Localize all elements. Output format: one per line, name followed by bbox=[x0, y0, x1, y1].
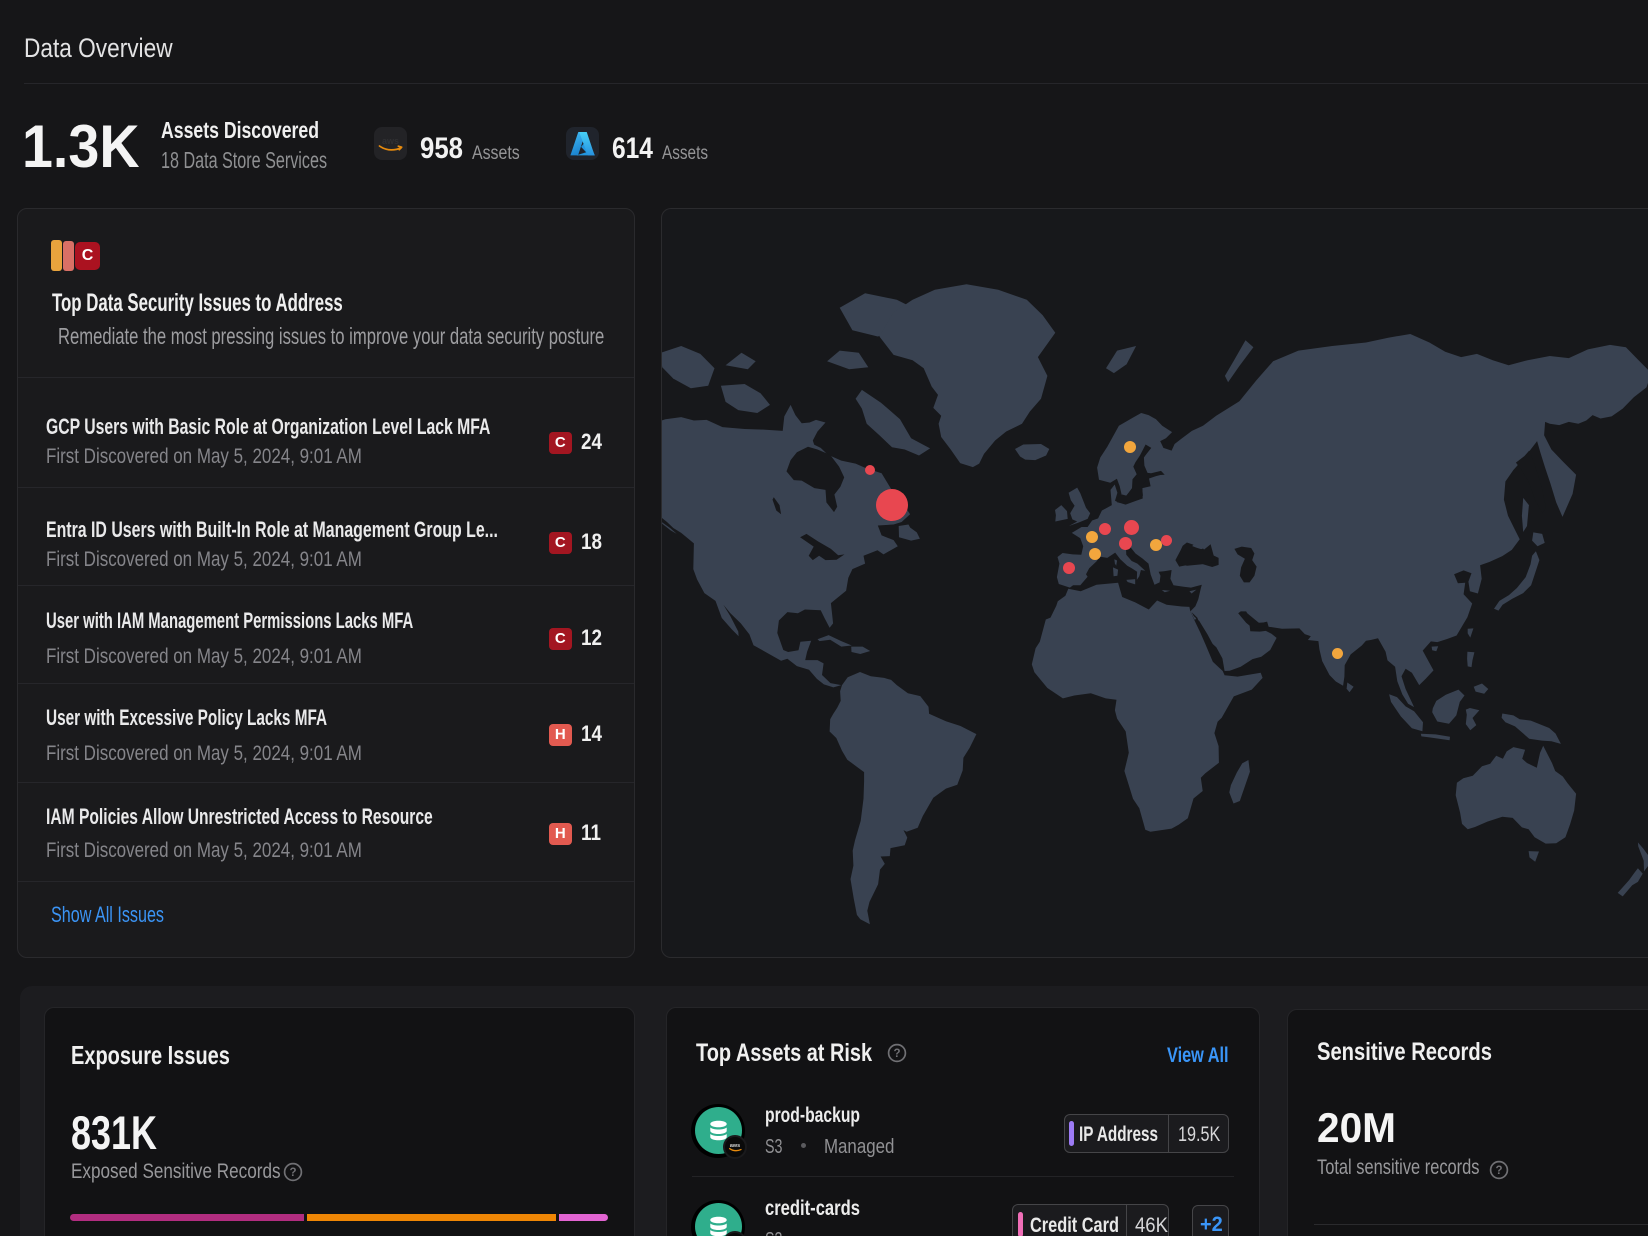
svg-text:?: ? bbox=[1495, 1165, 1502, 1177]
svg-text:aws: aws bbox=[730, 1143, 741, 1149]
svg-text:?: ? bbox=[893, 1048, 900, 1060]
svg-text:?: ? bbox=[289, 1167, 296, 1179]
svg-text:aws: aws bbox=[382, 136, 399, 146]
